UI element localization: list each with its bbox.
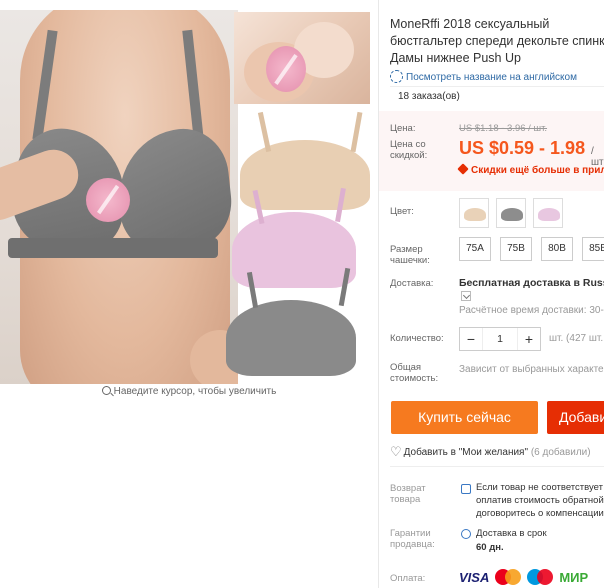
visa-logo: VISA bbox=[459, 569, 490, 585]
discount-price-label: Цена со скидкой: bbox=[390, 139, 428, 161]
wishlist-link[interactable]: ♡ Добавить в "Мои желания" (6 добавили) bbox=[390, 444, 591, 460]
mir-logo: МИР bbox=[559, 569, 589, 585]
quantity-label: Количество: bbox=[390, 333, 444, 344]
size-option-85b[interactable]: 85B bbox=[582, 237, 604, 261]
add-to-cart-button[interactable]: Добавить в корзину bbox=[547, 401, 604, 458]
total-label: Общая стоимость: bbox=[390, 362, 439, 384]
main-product-image[interactable] bbox=[0, 10, 238, 384]
seller-guarantee-label: Гарантии продавца: bbox=[390, 528, 435, 550]
swatch-fill bbox=[501, 208, 523, 221]
product-title: MoneRffi 2018 сексуальный бюстгальтер сп… bbox=[390, 17, 604, 65]
maestro-logo bbox=[527, 569, 554, 585]
color-swatch-pink[interactable] bbox=[533, 198, 563, 228]
quantity-input[interactable]: 1 bbox=[482, 328, 518, 350]
translate-icon bbox=[390, 70, 403, 83]
delivery-guarantee-days: 60 дн. bbox=[476, 542, 504, 553]
nursing-photo[interactable] bbox=[234, 12, 370, 104]
search-icon bbox=[101, 386, 111, 395]
bra-band bbox=[8, 238, 218, 258]
bra-beige-strap bbox=[257, 111, 272, 153]
bra-beige-strap bbox=[350, 111, 363, 153]
heart-icon: ♡ bbox=[390, 444, 402, 459]
tag-icon bbox=[457, 163, 469, 175]
app-discount-text: Скидки ещё больше в приложении bbox=[471, 165, 604, 176]
censor-sticker bbox=[86, 178, 130, 222]
divider bbox=[390, 466, 604, 467]
app-discount-link[interactable]: Скидки ещё больше в приложении bbox=[457, 163, 604, 176]
censor-sticker bbox=[266, 46, 306, 92]
chevron-down-icon[interactable] bbox=[461, 291, 471, 301]
return-label: Возврат товара bbox=[390, 483, 426, 505]
size-option-80b[interactable]: 80B bbox=[541, 237, 573, 261]
clock-icon bbox=[461, 529, 471, 539]
shipping-time: Расчётное время доставки: 30-50 дней bbox=[459, 305, 604, 316]
shipping-label: Доставка: bbox=[390, 278, 434, 289]
total-note: Зависит от выбранных характеристик bbox=[459, 364, 604, 375]
delivery-guarantee-text: Доставка в срок bbox=[476, 528, 547, 539]
quantity-stepper: − 1 + bbox=[459, 327, 541, 351]
color-swatch-gray[interactable] bbox=[496, 198, 526, 228]
return-text-line-2: оплатив стоимость обратной пересылки, bbox=[476, 495, 604, 506]
size-label: Размер чашечки: bbox=[390, 244, 430, 266]
size-option-75b[interactable]: 75B bbox=[500, 237, 532, 261]
wishlist-count: (6 добавили) bbox=[530, 447, 591, 458]
old-price: US $1.18 - 3.96 / шт. bbox=[459, 123, 548, 134]
orders-count-text: 18 заказа(ов) bbox=[398, 91, 460, 102]
payment-logos: VISA МИР bbox=[459, 569, 588, 585]
product-info-panel: MoneRffi 2018 сексуальный бюстгальтер сп… bbox=[378, 0, 604, 588]
price-label: Цена: bbox=[390, 123, 416, 134]
translate-link-text: Посмотреть название на английском bbox=[406, 72, 577, 83]
zoom-hint: Наведите курсор, чтобы увеличить bbox=[0, 386, 378, 397]
mastercard-logo bbox=[495, 569, 522, 585]
zoom-hint-text: Наведите курсор, чтобы увеличить bbox=[113, 386, 277, 397]
bra-gray-image[interactable] bbox=[226, 300, 356, 376]
swatch-fill bbox=[538, 208, 560, 221]
wishlist-text: Добавить в "Мои желания" bbox=[403, 447, 529, 458]
quantity-available: шт. (427 шт. доступно) bbox=[549, 333, 604, 344]
color-swatch-beige[interactable] bbox=[459, 198, 489, 228]
color-label: Цвет: bbox=[390, 206, 414, 217]
payment-label: Оплата: bbox=[390, 573, 426, 584]
size-option-75a[interactable]: 75A bbox=[459, 237, 491, 261]
swatch-fill bbox=[464, 208, 486, 221]
return-icon bbox=[461, 484, 471, 494]
quantity-increment-button[interactable]: + bbox=[518, 328, 540, 350]
discount-price: US $0.59 - 1.98 bbox=[459, 138, 586, 158]
quantity-decrement-button[interactable]: − bbox=[460, 328, 482, 350]
buy-now-button[interactable]: Купить сейчас bbox=[391, 401, 538, 434]
return-text-line-1: Если товар не соответствует описанию, bbox=[476, 482, 604, 493]
orders-count: 18 заказа(ов) bbox=[390, 86, 604, 102]
product-gallery bbox=[0, 0, 378, 384]
shipping-title: Бесплатная доставка в Russian Federation bbox=[459, 277, 604, 289]
return-text-line-3: договоритесь о компенсации bbox=[476, 508, 604, 519]
translate-link[interactable]: Посмотреть название на английском bbox=[390, 70, 577, 83]
